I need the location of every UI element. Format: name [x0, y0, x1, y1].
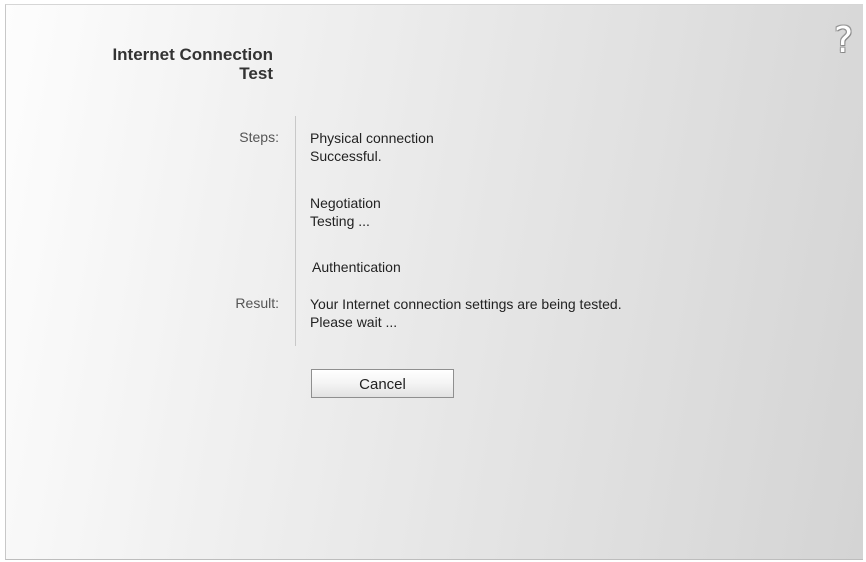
page-title-line2: Test — [239, 64, 273, 83]
result-line2: Please wait ... — [310, 314, 398, 330]
steps-label: Steps: — [239, 129, 279, 145]
cancel-button[interactable]: Cancel — [311, 369, 454, 398]
step-name: Authentication — [312, 259, 401, 275]
result-line1: Your Internet connection settings are be… — [310, 296, 622, 312]
section-divider — [295, 116, 296, 346]
result-label: Result: — [235, 295, 279, 311]
step-negotiation: Negotiation Testing ... — [310, 194, 381, 230]
step-physical-connection: Physical connection Successful. — [310, 129, 434, 165]
step-status: Testing ... — [310, 213, 370, 229]
page-title-line1: Internet Connection — [112, 45, 273, 64]
step-name: Negotiation — [310, 195, 381, 211]
step-name: Physical connection — [310, 130, 434, 146]
step-authentication: Authentication — [312, 258, 401, 276]
page-title: Internet Connection Test — [33, 45, 273, 83]
result-message: Your Internet connection settings are be… — [310, 295, 622, 331]
step-status: Successful. — [310, 148, 382, 164]
help-icon[interactable]: ? — [834, 23, 853, 59]
connection-test-panel: ? Internet Connection Test Steps: Physic… — [5, 4, 863, 560]
